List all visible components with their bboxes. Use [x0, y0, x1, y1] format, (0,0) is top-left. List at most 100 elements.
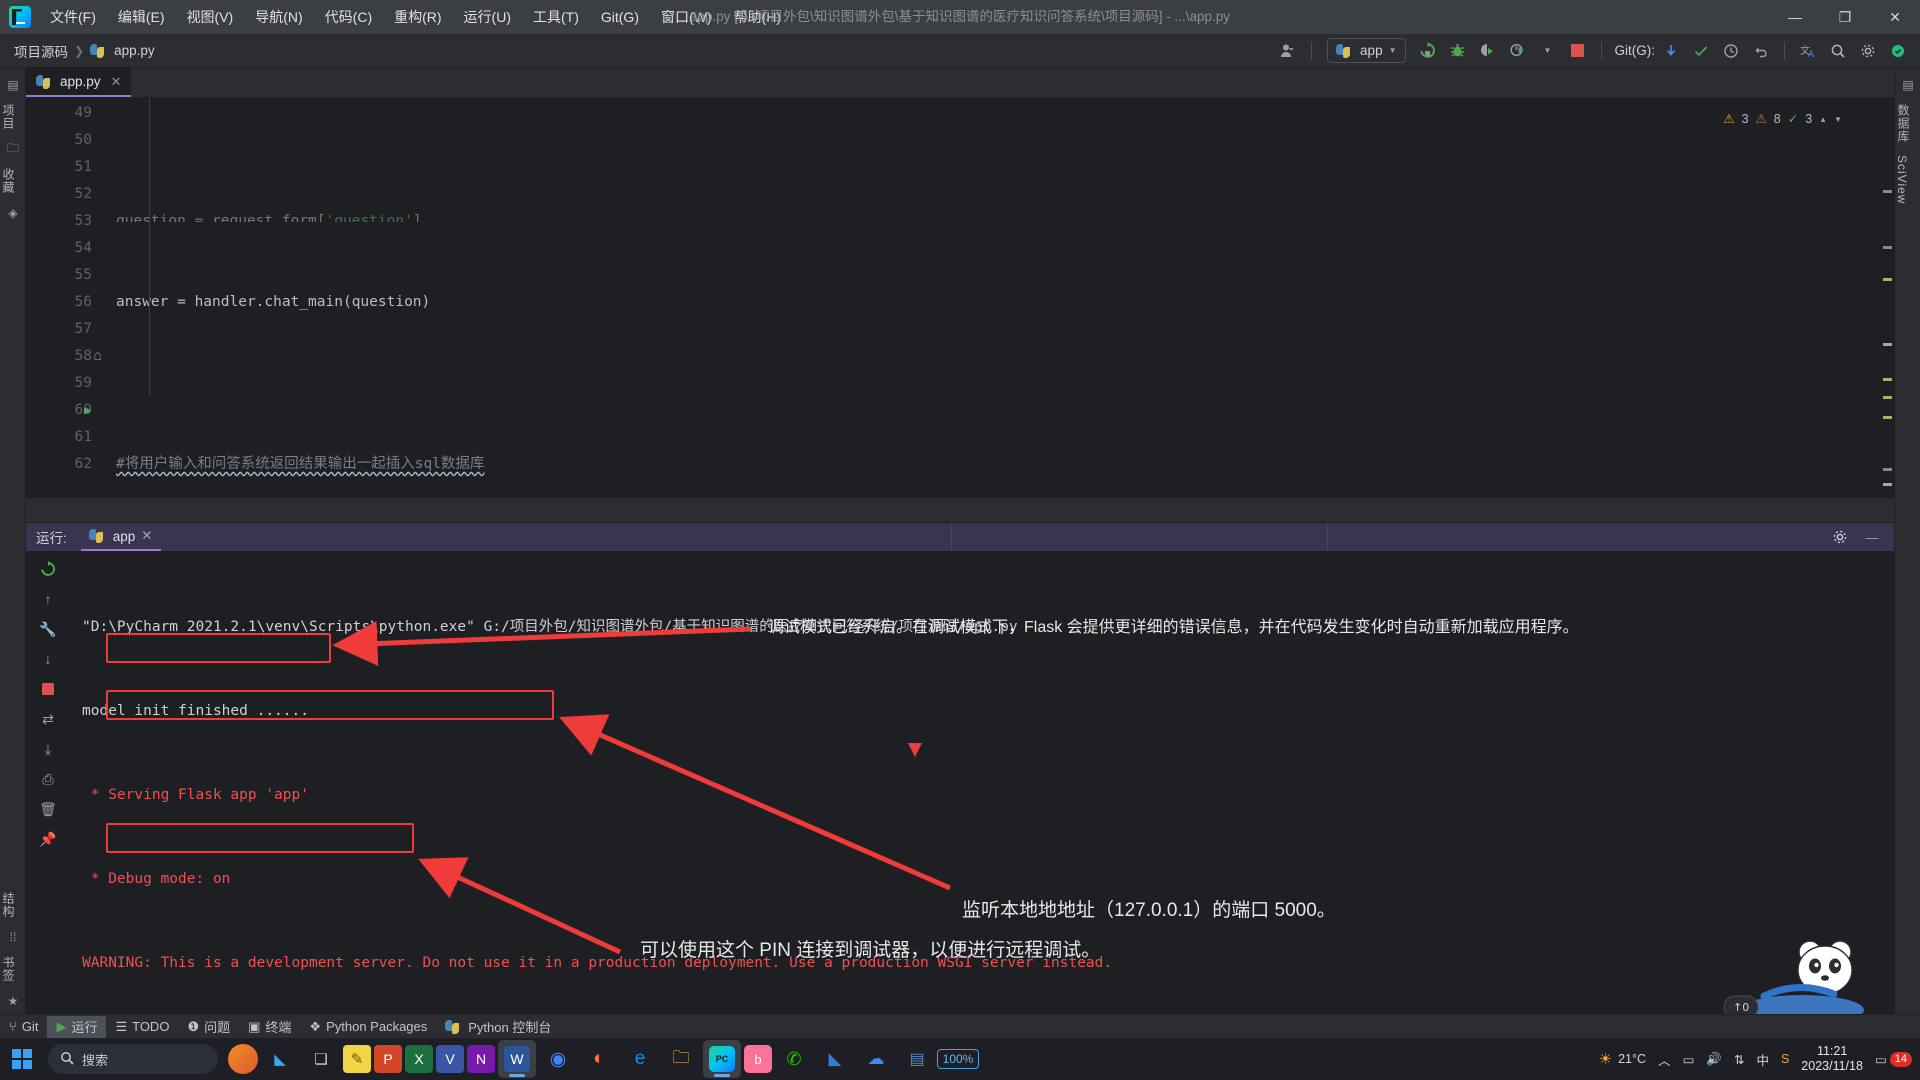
taskbar-app-onenote[interactable]: N: [467, 1045, 495, 1073]
structure-tool-icon[interactable]: ◈: [0, 200, 26, 226]
star-icon[interactable]: ★: [0, 988, 26, 1014]
close-button[interactable]: ✕: [1870, 0, 1920, 34]
pin-icon[interactable]: 📌: [33, 825, 63, 853]
network-icon[interactable]: ⇅: [1734, 1052, 1744, 1067]
rail-label-database[interactable]: 数据库: [1895, 98, 1912, 149]
settings-gear-icon[interactable]: [1854, 38, 1882, 64]
code-editor[interactable]: 49 50 51 52 53 54 55 56 57 58 59 60 61 6…: [26, 98, 1894, 498]
rail-label-structure[interactable]: 结构: [0, 886, 17, 924]
tool-button-problems[interactable]: ❶ 问题: [178, 1016, 239, 1038]
tool-button-terminal[interactable]: ▣ 终端: [239, 1016, 300, 1038]
error-stripe[interactable]: [1880, 128, 1894, 498]
notifications-icon[interactable]: ▤: [1895, 72, 1920, 98]
maximize-button[interactable]: ❐: [1820, 0, 1870, 34]
clear-all-icon[interactable]: 🗑: [33, 795, 63, 823]
taskbar-app-pycharm[interactable]: PC: [703, 1040, 741, 1078]
window-controls[interactable]: — ❐ ✕: [1770, 0, 1920, 34]
run-configuration-selector[interactable]: app ▼: [1327, 38, 1406, 63]
menu-refactor[interactable]: 重构(R): [383, 0, 452, 34]
chevron-down-icon[interactable]: ▼: [1834, 106, 1842, 133]
stop-icon[interactable]: [33, 675, 63, 703]
menu-window[interactable]: 窗口(W): [650, 0, 723, 34]
scroll-up-icon[interactable]: ↑: [33, 585, 63, 613]
weather-widget[interactable]: ☀ 21°C: [1599, 1050, 1646, 1068]
menu-help[interactable]: 帮助(H): [723, 0, 792, 34]
git-update-icon[interactable]: [1657, 38, 1685, 64]
inspection-widget[interactable]: ⚠ 3 ⚠ 8 ✓ 3 ▲ ▼: [1723, 106, 1842, 133]
minimize-button[interactable]: —: [1770, 0, 1820, 34]
debug-icon[interactable]: [1444, 38, 1472, 64]
soft-wrap-icon[interactable]: ⇄: [33, 705, 63, 733]
chevron-up-icon[interactable]: ▲: [1819, 106, 1827, 133]
menu-navigate[interactable]: 导航(N): [244, 0, 313, 34]
menu-git[interactable]: Git(G): [590, 0, 650, 34]
taskbar-app-powerpoint[interactable]: P: [374, 1045, 402, 1073]
taskbar-app-excel[interactable]: X: [405, 1045, 433, 1073]
taskbar-clock[interactable]: 11:21 2023/11/18: [1801, 1044, 1863, 1074]
menu-view[interactable]: 视图(V): [176, 0, 245, 34]
tool-button-python-console[interactable]: Python 控制台: [436, 1016, 560, 1038]
run-settings-gear-icon[interactable]: [1826, 524, 1854, 550]
breadcrumb-file[interactable]: app.py: [114, 43, 155, 58]
tool-button-todo[interactable]: ☰ TODO: [106, 1016, 178, 1038]
windows-start-button[interactable]: [0, 1038, 44, 1080]
sogou-icon[interactable]: S: [1781, 1052, 1789, 1066]
taskbar-app-paint3d[interactable]: [228, 1044, 258, 1074]
rail-label-project[interactable]: 项目: [0, 98, 17, 136]
tool-button-python-packages[interactable]: ❖ Python Packages: [300, 1016, 436, 1038]
taskbar-app-sticky-notes[interactable]: ✎: [343, 1045, 371, 1073]
project-tool-icon[interactable]: ▤: [0, 72, 26, 98]
profiler-dropdown-icon[interactable]: ▼: [1534, 38, 1562, 64]
notification-center-button[interactable]: ▭ 14: [1875, 1051, 1912, 1067]
taskbar-app-firefox[interactable]: ◐: [580, 1040, 618, 1078]
run-coverage-icon[interactable]: [1474, 38, 1502, 64]
menu-run[interactable]: 运行(U): [453, 0, 522, 34]
editor-tab-app-py[interactable]: app.py ✕: [26, 68, 132, 97]
profiler-icon[interactable]: [1504, 38, 1532, 64]
bookmarks-tool-icon[interactable]: ⁞⁞: [0, 924, 26, 950]
taskbar-app-bilibili[interactable]: b: [744, 1045, 772, 1073]
wrench-icon[interactable]: 🔧: [33, 615, 63, 643]
translate-icon[interactable]: 文 A: [1794, 38, 1822, 64]
run-gutter-icon[interactable]: ▶: [84, 397, 91, 424]
fold-marker-icon[interactable]: ⌂: [92, 343, 102, 370]
favorites-tool-icon[interactable]: 🗀: [0, 136, 26, 162]
git-history-icon[interactable]: [1717, 38, 1745, 64]
rerun-icon[interactable]: [33, 555, 63, 583]
taskbar-zoom-badge[interactable]: 100%: [936, 1040, 980, 1078]
taskbar-app-chrome[interactable]: ◉: [539, 1040, 577, 1078]
rail-label-favorites[interactable]: 收藏: [0, 162, 17, 200]
breadcrumb-project[interactable]: 项目源码: [14, 41, 68, 61]
run-tab-app[interactable]: app ✕: [80, 523, 161, 551]
menu-file[interactable]: 文件(F): [39, 0, 107, 34]
menu-bar[interactable]: 文件(F) 编辑(E) 视图(V) 导航(N) 代码(C) 重构(R) 运行(U…: [39, 0, 792, 34]
close-icon[interactable]: ✕: [111, 74, 122, 90]
battery-icon[interactable]: ▭: [1683, 1052, 1695, 1067]
tool-button-git[interactable]: ⑂ Git: [0, 1016, 47, 1038]
taskbar-app-edge-legacy[interactable]: ◣: [261, 1040, 299, 1078]
updates-icon[interactable]: [1884, 38, 1912, 64]
taskbar-app-netdisk[interactable]: ☁: [857, 1040, 895, 1078]
taskbar-app-visio[interactable]: V: [436, 1045, 464, 1073]
close-icon[interactable]: ✕: [141, 528, 152, 544]
taskbar-search[interactable]: 搜索: [48, 1044, 218, 1074]
rail-label-sciview[interactable]: SciView: [1895, 149, 1909, 210]
menu-tools[interactable]: 工具(T): [522, 0, 590, 34]
taskbar-app-word[interactable]: W: [498, 1040, 536, 1078]
search-everywhere-icon[interactable]: [1824, 38, 1852, 64]
rerun-icon[interactable]: [1414, 38, 1442, 64]
menu-edit[interactable]: 编辑(E): [107, 0, 176, 34]
code-text[interactable]: question = request.form['question'] answ…: [102, 98, 1894, 498]
scroll-down-icon[interactable]: ↓: [33, 645, 63, 673]
taskbar-app-tool[interactable]: ▤: [898, 1040, 936, 1078]
speaker-icon[interactable]: 🔊: [1706, 1052, 1722, 1067]
taskbar-app-file-explorer[interactable]: 🗀: [662, 1040, 700, 1078]
chevron-up-icon[interactable]: ︿: [1658, 1050, 1671, 1069]
git-commit-icon[interactable]: [1687, 38, 1715, 64]
tool-button-run[interactable]: ▶ 运行: [47, 1015, 107, 1038]
print-icon[interactable]: ⎙: [33, 765, 63, 793]
save-output-icon[interactable]: ⤓: [33, 735, 63, 763]
taskbar-app-edge[interactable]: e: [621, 1040, 659, 1078]
ime-icon[interactable]: 中: [1756, 1050, 1769, 1069]
taskbar-app-task-view[interactable]: ❏: [302, 1040, 340, 1078]
